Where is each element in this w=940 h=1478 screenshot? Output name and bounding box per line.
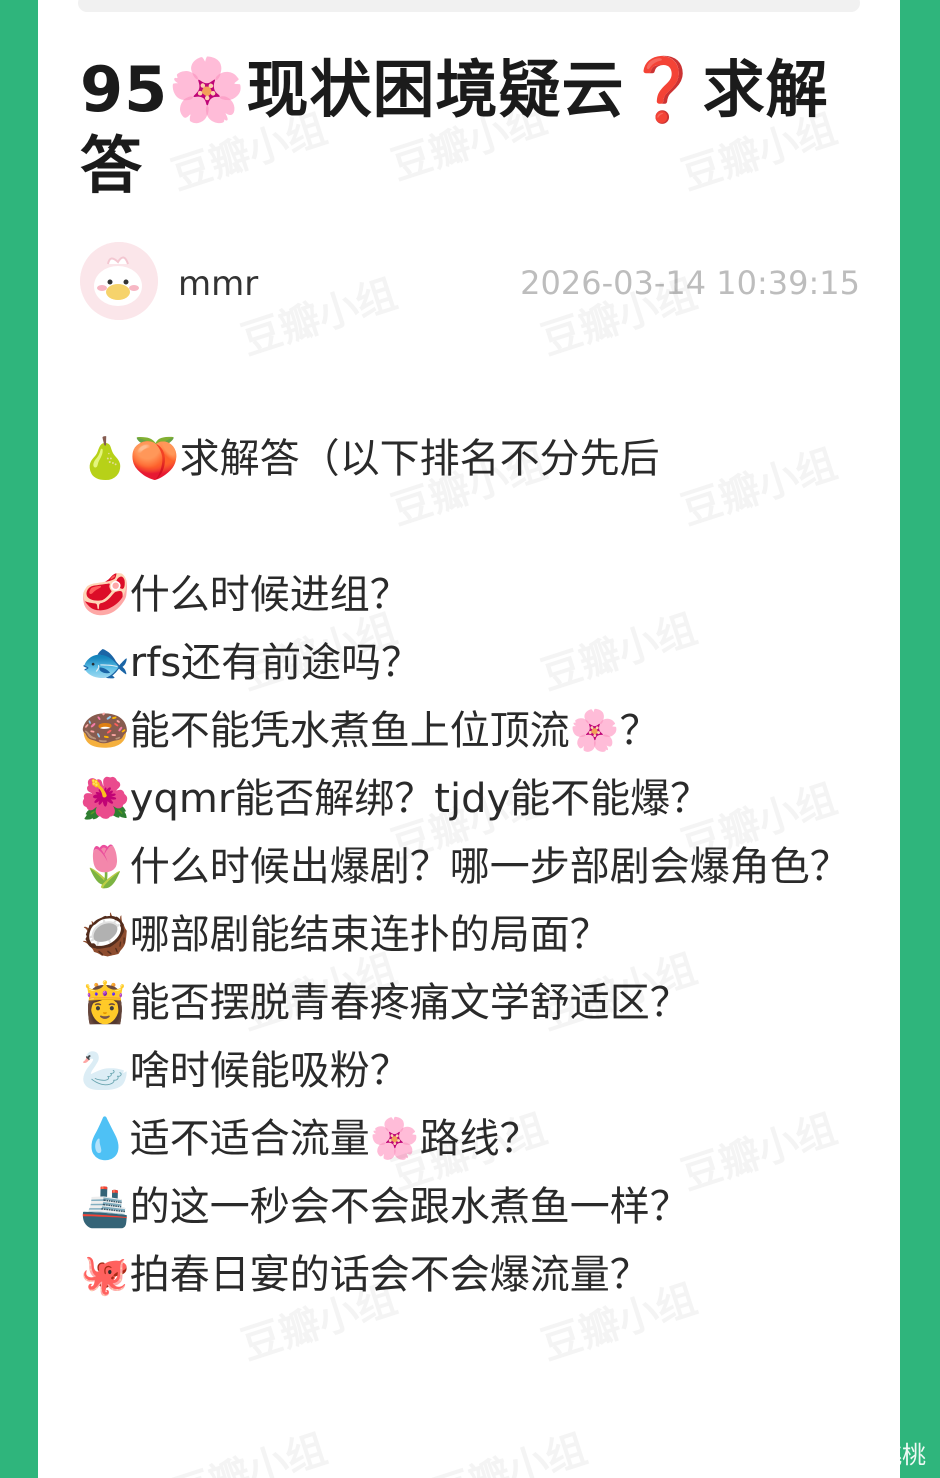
question-item: 🚢的这一秒会不会跟水煮鱼一样？: [80, 1184, 690, 1230]
avatar-image: [80, 242, 158, 320]
question-item: 👸能否摆脱青春疼痛文学舒适区？: [80, 980, 690, 1026]
question-item: 🍩能不能凭水煮鱼上位顶流🌸？: [80, 708, 660, 754]
question-item: 🐙拍春日宴的话会不会爆流量？: [80, 1252, 650, 1298]
question-item: 🐟rfs还有前途吗？: [80, 640, 422, 686]
weibo-watermark: @一口大屁桃桃: [758, 1441, 926, 1469]
question-item: 🦢啥时候能吸粉？: [80, 1048, 410, 1094]
author-name[interactable]: mmr: [178, 264, 258, 304]
post-card: 95🌸现状困境疑云❓求解答 mmr 2026-03-14 10:39:15 🍐🍑…: [38, 0, 900, 1478]
avatar[interactable]: [80, 242, 158, 320]
top-bar: [78, 0, 860, 12]
watermark: 豆瓣小组: [163, 1417, 333, 1478]
watermark: 豆瓣小组: [423, 1417, 593, 1478]
question-item: 🥩什么时候进组？: [80, 572, 410, 618]
watermark: 豆瓣小组: [233, 262, 403, 367]
question-item: 🥥哪部剧能结束连扑的局面？: [80, 912, 610, 958]
question-list: 🥩什么时候进组？ 🐟rfs还有前途吗？ 🍩能不能凭水煮鱼上位顶流🌸？ 🌺yqmr…: [80, 561, 870, 1309]
